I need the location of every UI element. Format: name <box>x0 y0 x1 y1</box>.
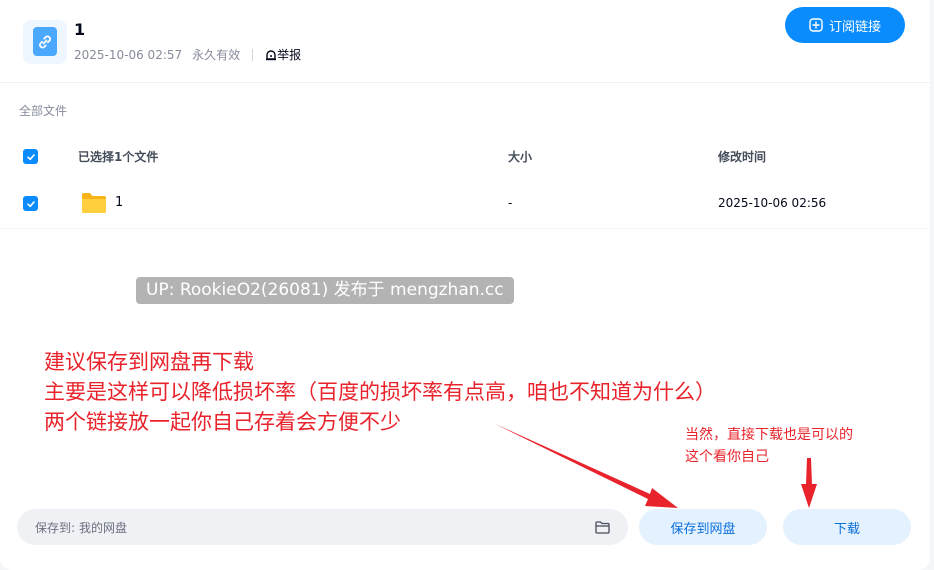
save-path-value: 我的网盘 <box>79 520 128 535</box>
download-button[interactable]: 下载 <box>783 509 911 545</box>
save-path-selector[interactable]: 保存到: 我的网盘 <box>17 509 628 545</box>
column-header-name: 已选择1个文件 <box>78 150 159 164</box>
check-icon <box>26 200 35 207</box>
column-header-modified: 修改时间 <box>718 150 767 164</box>
annotation-side: 当然，直接下载也是可以的 这个看你自己 <box>685 424 853 468</box>
annotation-line: 主要是这样可以降低损坏率（百度的损坏率有点高，咱也不知道为什么） <box>44 380 716 404</box>
subscribe-label: 订阅链接 <box>828 19 881 35</box>
row-file-size: - <box>508 196 513 210</box>
report-link[interactable]: 举报 <box>265 48 301 62</box>
annotation-line: 两个链接放一起你自己存着会方便不少 <box>44 410 401 434</box>
share-card: 1 2025-10-06 02:57 永久有效 举报 订阅链接 全部文件 已选择1个… <box>0 0 930 228</box>
annotation-line: 这个看你自己 <box>685 449 769 465</box>
check-icon <box>26 153 35 160</box>
save-to-netdisk-button[interactable]: 保存到网盘 <box>639 509 767 545</box>
link-file-icon <box>23 20 67 64</box>
subscribe-plus-icon <box>809 18 823 32</box>
breadcrumb[interactable]: 全部文件 <box>19 102 67 119</box>
row-file-name[interactable]: 1 <box>115 195 123 210</box>
watermark: UP: RookieO2(26081) 发布于 mengzhan.cc <box>136 277 514 304</box>
folder-icon <box>82 193 106 213</box>
annotation-line: 建议保存到网盘再下载 <box>44 350 254 374</box>
row-modified-time: 2025-10-06 02:56 <box>718 196 827 210</box>
header-divider <box>0 82 930 83</box>
report-icon <box>266 50 277 61</box>
annotation-main: 建议保存到网盘再下载 主要是这样可以降低损坏率（百度的损坏率有点高，咱也不知道为… <box>44 347 716 437</box>
folder-outline-icon <box>595 520 610 534</box>
share-date: 2025-10-06 02:57 <box>74 48 183 62</box>
share-title: 1 <box>74 20 86 39</box>
meta-divider <box>252 49 254 61</box>
subscribe-button[interactable]: 订阅链接 <box>785 7 905 43</box>
report-label: 举报 <box>277 48 302 62</box>
save-path-label: 保存到: <box>35 520 76 535</box>
save-path-text: 保存到: 我的网盘 <box>35 519 127 536</box>
select-all-checkbox[interactable] <box>23 149 38 164</box>
share-validity: 永久有效 <box>192 48 241 62</box>
share-meta: 2025-10-06 02:57 永久有效 举报 <box>74 46 301 63</box>
annotation-line: 当然，直接下载也是可以的 <box>685 427 853 443</box>
column-header-size: 大小 <box>508 150 533 164</box>
row-checkbox[interactable] <box>23 196 38 211</box>
